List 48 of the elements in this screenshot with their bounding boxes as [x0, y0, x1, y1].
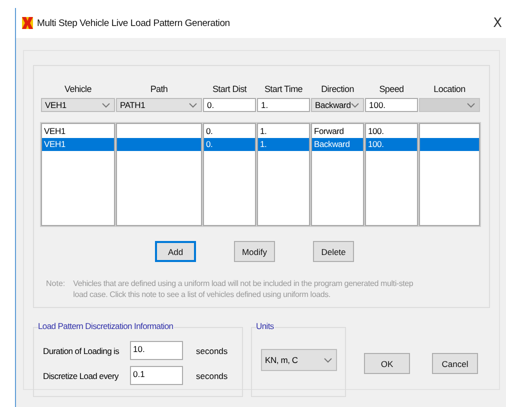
list-cell[interactable]: 100. — [366, 138, 417, 151]
list-cell[interactable]: 0. — [204, 138, 255, 151]
group-title: Load Pattern Discretization Information — [38, 321, 174, 331]
note-label: Note: — [46, 278, 66, 290]
column-header: Start Time — [263, 84, 304, 96]
column-header: Location — [432, 84, 466, 96]
group-title: Units — [256, 321, 275, 331]
list-cell[interactable]: Forward — [312, 125, 363, 138]
chevron-icon — [102, 102, 110, 108]
list-cell[interactable]: 1. — [258, 125, 309, 138]
dropdown[interactable]: Backward — [311, 98, 364, 112]
chevron-icon — [351, 102, 359, 108]
chevron-icon — [189, 102, 197, 108]
action-button[interactable]: Add — [155, 241, 196, 262]
chevron-icon — [324, 358, 332, 362]
input-field[interactable]: 10. — [130, 341, 183, 360]
field-label: Duration of Loading is — [43, 346, 120, 356]
input-field[interactable]: 1. — [257, 98, 310, 112]
list-cell[interactable]: 0. — [204, 125, 255, 138]
column-header: Direction — [320, 84, 355, 96]
dialog-button[interactable]: Cancel — [432, 353, 478, 374]
chevron-icon — [467, 102, 475, 108]
column-header: Start Dist — [211, 84, 248, 96]
input-field[interactable]: 0. — [203, 98, 256, 112]
unit-label: seconds — [196, 370, 228, 380]
selected-row-highlight[interactable] — [420, 138, 479, 151]
list-cell[interactable]: 1. — [258, 138, 309, 151]
dropdown[interactable]: VEH1 — [41, 98, 115, 112]
action-button[interactable]: Delete — [313, 241, 354, 262]
units-dropdown[interactable]: KN, m, C — [261, 349, 337, 371]
close-button[interactable]: X — [489, 16, 506, 30]
column-header: Vehicle — [64, 84, 92, 96]
list-cell[interactable]: 100. — [366, 125, 417, 138]
action-button[interactable]: Modify — [234, 241, 275, 262]
app-logo-icon — [22, 17, 33, 29]
dropdown[interactable]: PATH1 — [116, 98, 202, 112]
input-field[interactable]: 0.1 — [130, 366, 183, 385]
column-header: Path — [149, 84, 169, 96]
column-header: Speed — [378, 84, 405, 96]
input-field[interactable]: 100. — [365, 98, 418, 112]
dialog-button[interactable]: OK — [364, 353, 410, 374]
unit-label: seconds — [196, 346, 228, 356]
field-label: Discretize Load every — [43, 370, 120, 380]
list-cell[interactable]: VEH1 — [42, 125, 114, 138]
selected-row-highlight[interactable] — [117, 138, 201, 151]
list-cell[interactable]: VEH1 — [42, 138, 114, 151]
list-cell[interactable]: Backward — [312, 138, 363, 151]
window-title: Multi Step Vehicle Live Load Pattern Generation — [37, 18, 230, 28]
